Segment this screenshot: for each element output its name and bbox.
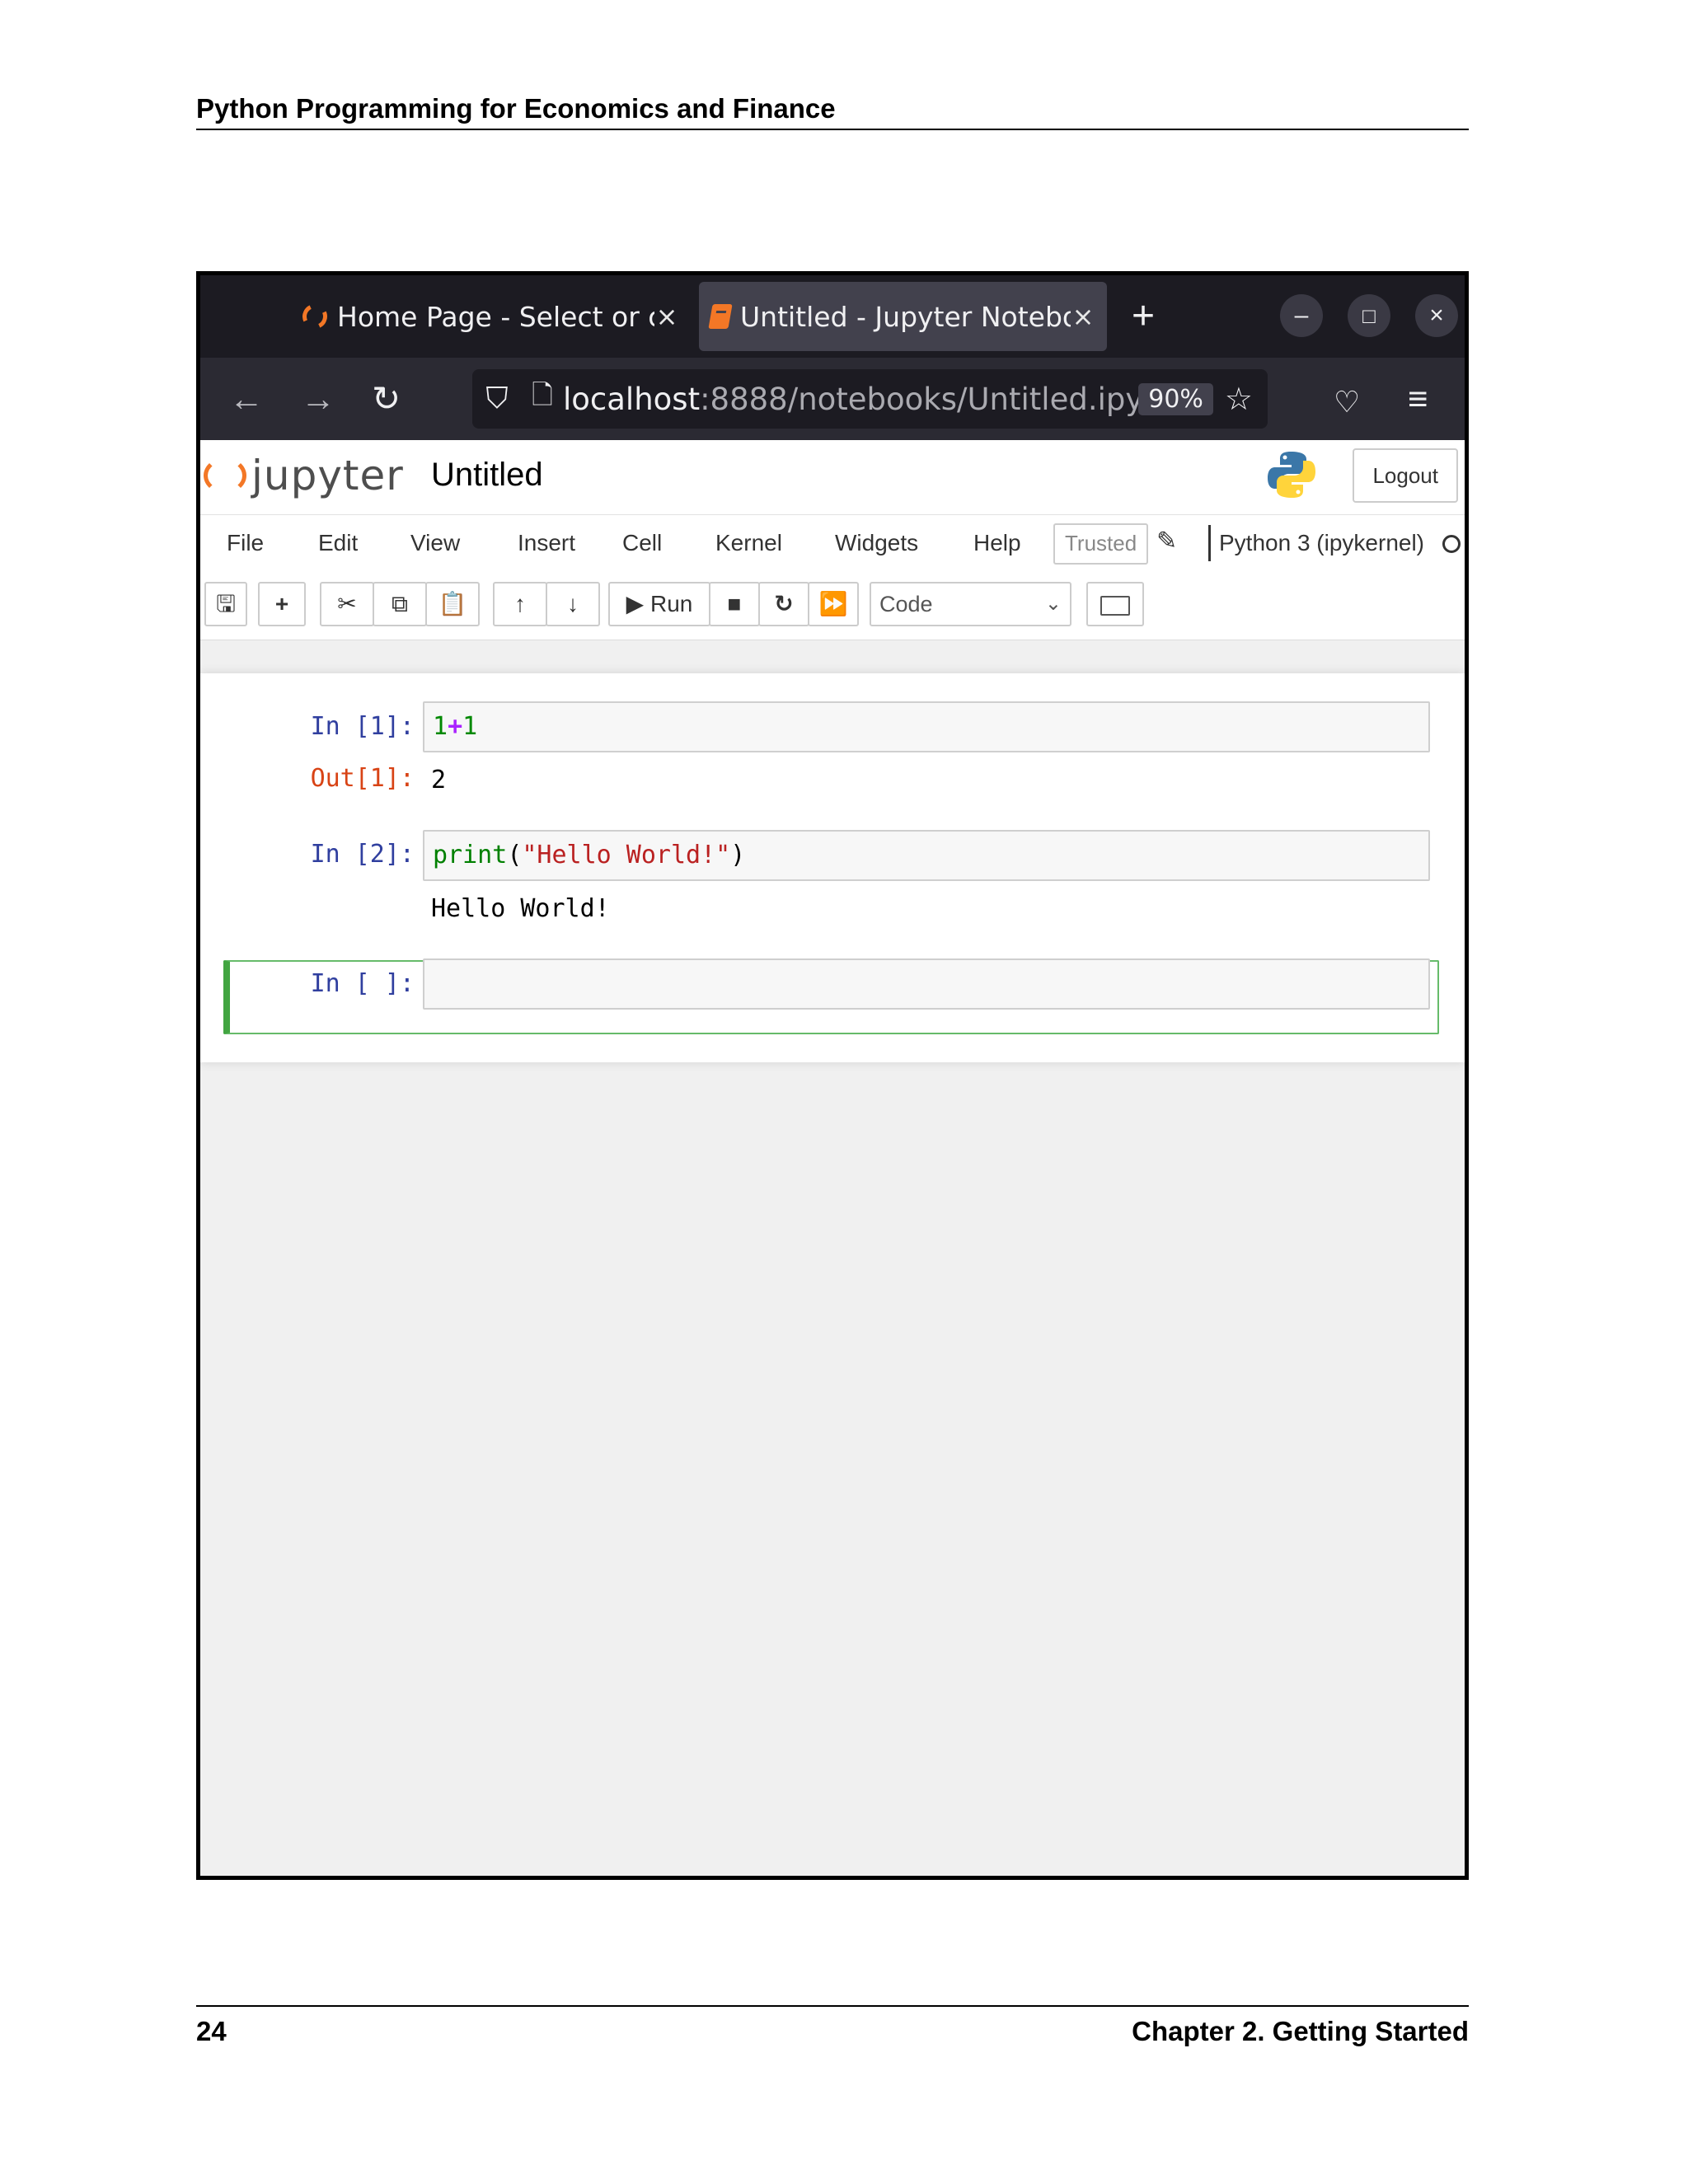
edit-pencil-icon[interactable]: ✎ <box>1156 527 1177 555</box>
menu-edit[interactable]: Edit <box>318 530 358 556</box>
minimize-button[interactable]: – <box>1280 294 1323 337</box>
scissors-icon: ✂ <box>337 591 357 616</box>
logout-button[interactable]: Logout <box>1353 448 1458 503</box>
plus-icon: + <box>274 591 289 616</box>
notebook-title[interactable]: Untitled <box>431 457 543 494</box>
page-footer: 24 Chapter 2. Getting Started <box>196 2005 1469 2048</box>
url-bar[interactable]: ⛉ 🗋 localhost:8888/notebooks/Untitled.ip… <box>472 369 1268 429</box>
tab-title: Untitled - Jupyter Notebook <box>740 300 1071 333</box>
copy-button[interactable]: ⧉ <box>373 582 427 626</box>
menu-help[interactable]: Help <box>973 530 1021 556</box>
maximize-button[interactable]: □ <box>1348 294 1390 337</box>
arrow-down-icon: ↓ <box>567 591 579 616</box>
bookmark-star-icon[interactable]: ☆ <box>1225 381 1253 417</box>
notebook-toolbar: 🖫 + ✂ ⧉ 📋 ↑ ↓ ▶ Run ■ ↻ ⏩ Code ⌄ <box>200 574 1465 640</box>
chapter-title: Chapter 2. Getting Started <box>1132 2016 1469 2046</box>
cell-3-code-input[interactable] <box>423 958 1430 1010</box>
page-icon: 🗋 <box>532 379 553 410</box>
jupyter-logo-icon <box>204 457 246 494</box>
cell-1-output: 2 <box>431 766 447 794</box>
menu-cell[interactable]: Cell <box>622 530 662 556</box>
trusted-badge[interactable]: Trusted <box>1053 523 1149 565</box>
move-down-button[interactable]: ↓ <box>546 582 600 626</box>
zoom-level[interactable]: 90% <box>1138 382 1213 415</box>
tab-bar: Home Page - Select or create a notebook … <box>200 275 1465 358</box>
reload-icon[interactable]: ↻ <box>372 379 401 419</box>
loading-spinner-icon <box>298 300 331 333</box>
back-arrow-icon[interactable]: ← <box>229 379 264 419</box>
paste-button[interactable]: 📋 <box>425 582 480 626</box>
browser-screenshot: Home Page - Select or create a notebook … <box>196 271 1469 1880</box>
menu-kernel[interactable]: Kernel <box>715 530 782 556</box>
cell-type-value: Code <box>879 592 933 616</box>
cell-2-output: Hello World! <box>431 894 610 923</box>
play-icon: ▶ <box>626 591 645 616</box>
menu-file[interactable]: File <box>227 530 264 556</box>
navigation-bar: ← → ↻ ⛉ 🗋 localhost:8888/notebooks/Untit… <box>200 358 1465 440</box>
menu-view[interactable]: View <box>410 530 460 556</box>
kernel-name[interactable]: Python 3 (ipykernel) <box>1208 525 1424 561</box>
page-number: 24 <box>196 2016 227 2046</box>
cell-1-output-prompt: Out[1]: <box>310 764 415 793</box>
restart-button[interactable]: ↻ <box>758 582 809 626</box>
run-button[interactable]: ▶ Run <box>608 582 710 626</box>
arrow-up-icon: ↑ <box>514 591 526 616</box>
page-header: Python Programming for Economics and Fin… <box>196 92 1469 130</box>
close-window-button[interactable]: × <box>1415 294 1458 337</box>
cell-2-input-prompt: In [2]: <box>310 840 415 869</box>
menu-widgets[interactable]: Widgets <box>835 530 918 556</box>
save-button[interactable]: 🖫 <box>204 582 247 626</box>
stop-icon: ■ <box>727 591 742 616</box>
restart-icon: ↻ <box>774 591 794 616</box>
tab-home-page[interactable]: Home Page - Select or create a notebook … <box>291 282 691 351</box>
tab-close-icon[interactable]: × <box>1071 301 1095 332</box>
cell-1-code-input[interactable]: 1+1 <box>423 701 1430 752</box>
cell-2-code-input[interactable]: print("Hello World!") <box>423 830 1430 881</box>
cell-type-select[interactable]: Code ⌄ <box>870 582 1071 626</box>
fast-forward-icon: ⏩ <box>818 591 848 616</box>
tab-close-icon[interactable]: × <box>654 301 679 332</box>
save-icon: 🖫 <box>216 591 236 616</box>
move-up-button[interactable]: ↑ <box>493 582 547 626</box>
interrupt-button[interactable]: ■ <box>709 582 760 626</box>
keyboard-icon <box>1100 596 1130 616</box>
kernel-idle-indicator-icon <box>1442 535 1461 553</box>
copy-icon: ⧉ <box>392 591 408 616</box>
chevron-down-icon: ⌄ <box>1044 593 1062 615</box>
cut-button[interactable]: ✂ <box>320 582 374 626</box>
cell-1-input-prompt: In [1]: <box>310 712 415 741</box>
restart-run-all-button[interactable]: ⏩ <box>808 582 859 626</box>
shield-icon[interactable]: ⛉ <box>472 382 522 416</box>
insert-cell-button[interactable]: + <box>258 582 306 626</box>
cell-3-input-prompt: In [ ]: <box>310 969 415 998</box>
new-tab-button[interactable]: + <box>1132 293 1155 340</box>
jupyter-logo-text: jupyter <box>251 452 404 499</box>
menu-hamburger-icon[interactable]: ≡ <box>1408 379 1428 419</box>
pocket-icon[interactable]: ♡ <box>1334 382 1360 422</box>
tab-title: Home Page - Select or create a notebook <box>337 300 654 333</box>
paste-icon: 📋 <box>438 591 467 616</box>
notebook-container: In [1]: 1+1 Out[1]: 2 In [2]: print("Hel… <box>200 673 1465 1062</box>
python-logo-icon <box>1268 452 1315 498</box>
menu-insert[interactable]: Insert <box>518 530 575 556</box>
forward-arrow-icon[interactable]: → <box>301 379 335 419</box>
jupyter-header: jupyter Untitled Logout <box>200 440 1465 514</box>
tab-untitled-notebook[interactable]: Untitled - Jupyter Notebook × <box>699 282 1107 351</box>
run-label: Run <box>649 591 693 616</box>
jupyter-logo[interactable]: jupyter <box>204 452 404 499</box>
notebook-menu-bar: File Edit View Insert Cell Kernel Widget… <box>200 514 1465 575</box>
notebook-favicon-icon <box>708 304 733 329</box>
url-text[interactable]: localhost:8888/notebooks/Untitled.ipynb <box>563 382 1138 417</box>
command-palette-button[interactable] <box>1086 582 1144 626</box>
